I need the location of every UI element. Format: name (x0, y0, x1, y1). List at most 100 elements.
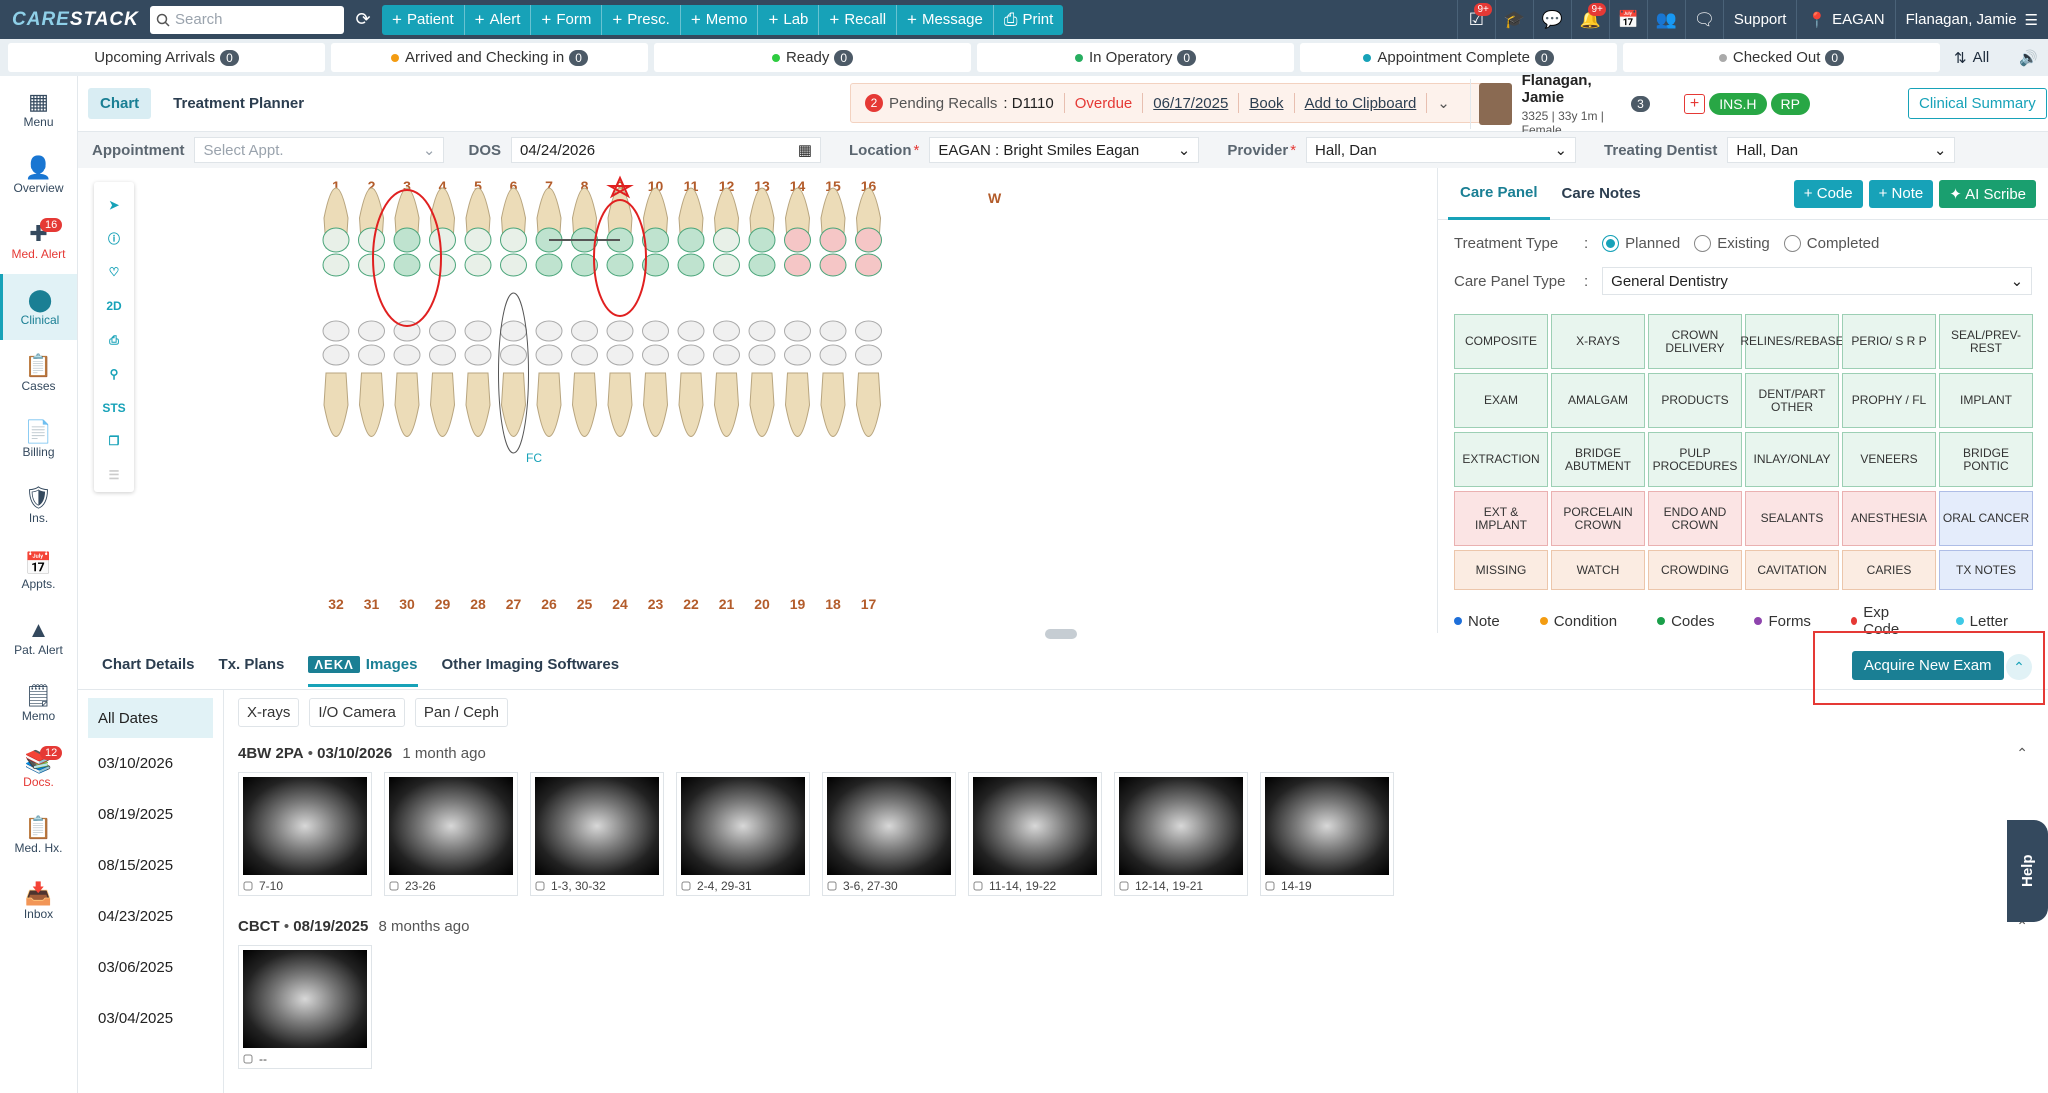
tab-other-imaging[interactable]: Other Imaging Softwares (442, 642, 620, 687)
status-in-operatory[interactable]: In Operatory 0 (977, 43, 1294, 72)
filter-io-camera[interactable]: I/O Camera (309, 698, 405, 727)
procedure-button[interactable]: ANESTHESIA (1842, 491, 1936, 546)
procedure-button[interactable]: PROPHY / FL (1842, 373, 1936, 428)
add-lab-button[interactable]: + Lab (758, 4, 820, 35)
date-item[interactable]: 08/19/2025 (78, 789, 223, 840)
procedure-button[interactable]: PORCELAIN CROWN (1551, 491, 1645, 546)
carestack-logo[interactable]: CARESTACK (0, 9, 150, 31)
add-patient-button[interactable]: + Patient (382, 4, 465, 35)
filter-xrays[interactable]: X-rays (238, 698, 300, 727)
completed-radio[interactable] (1783, 234, 1801, 252)
xray-thumbnail[interactable]: -- (238, 945, 372, 1069)
procedure-button[interactable]: TX NOTES (1939, 550, 2033, 590)
resize-handle[interactable] (1045, 629, 1077, 639)
xray-thumbnail[interactable]: 23-26 (384, 772, 518, 896)
panel-type-select[interactable]: General Dentistry ⌄ (1602, 267, 2033, 295)
acquire-new-exam-button[interactable]: Acquire New Exam (1852, 651, 2004, 680)
date-item[interactable]: 03/10/2026 (78, 738, 223, 789)
sidebar-item-overview[interactable]: 👤 Overview (0, 142, 77, 208)
chat-icon[interactable]: 💬 (1532, 0, 1571, 39)
date-item-all[interactable]: All Dates (88, 698, 213, 738)
procedure-button[interactable]: AMALGAM (1551, 373, 1645, 428)
add-note-button[interactable]: + Note (1868, 179, 1934, 208)
add-memo-button[interactable]: + Memo (681, 4, 759, 35)
sidebar-item-clinical[interactable]: ⬤ Clinical (0, 274, 77, 340)
sidebar-item-menu[interactable]: ▦ Menu (0, 76, 77, 142)
filter-pan-ceph[interactable]: Pan / Ceph (414, 698, 508, 727)
procedure-button[interactable]: DENT/PART OTHER (1745, 373, 1839, 428)
patient-card[interactable]: Flanagan, Jamie 3325 | 33y 1m | Female 3… (1470, 72, 1810, 137)
status-checked-out[interactable]: Checked Out 0 (1623, 43, 1940, 72)
xray-thumbnail[interactable]: 1-3, 30-32 (530, 772, 664, 896)
tab-images[interactable]: ΛEKΛ Images (308, 642, 418, 687)
sidebar-item-cases[interactable]: 📋 Cases (0, 340, 77, 406)
tab-treatment-planner[interactable]: Treatment Planner (161, 88, 316, 119)
procedure-button[interactable]: IMPLANT (1939, 373, 2033, 428)
sidebar-item-appointments[interactable]: 📅 Appts. (0, 538, 77, 604)
procedure-button[interactable]: SEALANTS (1745, 491, 1839, 546)
help-tab[interactable]: Help (2007, 820, 2048, 922)
add-prescription-button[interactable]: + Presc. (602, 4, 681, 35)
tab-chart[interactable]: Chart (88, 88, 152, 119)
print-button[interactable]: ⎙ Print (994, 5, 1063, 35)
tooth-diagram[interactable] (78, 168, 1438, 633)
location-selector[interactable]: 📍 EAGAN (1796, 0, 1894, 39)
chevron-up-icon[interactable]: ⌃ (2016, 745, 2028, 762)
planned-radio[interactable] (1602, 234, 1620, 252)
appointment-select[interactable]: Select Appt. ⌄ (194, 137, 445, 163)
tab-care-panel[interactable]: Care Panel (1448, 168, 1550, 220)
xray-thumbnail[interactable]: 11-14, 19-22 (968, 772, 1102, 896)
xray-thumbnail[interactable]: 2-4, 29-31 (676, 772, 810, 896)
xray-thumbnail[interactable]: 14-19 (1260, 772, 1394, 896)
procedure-button[interactable]: ENDO AND CROWN (1648, 491, 1742, 546)
tab-chart-details[interactable]: Chart Details (102, 642, 195, 687)
procedure-button[interactable]: CROWDING (1648, 550, 1742, 590)
speaker-icon[interactable]: 🔊 (2019, 49, 2038, 67)
date-item[interactable]: 08/15/2025 (78, 840, 223, 891)
add-form-button[interactable]: + Form (531, 4, 603, 35)
procedure-button[interactable]: BRIDGE PONTIC (1939, 432, 2033, 487)
procedure-button[interactable]: EXT & IMPLANT (1454, 491, 1548, 546)
add-message-button[interactable]: + Message (897, 4, 994, 35)
chevron-down-icon[interactable]: ⌄ (1437, 94, 1450, 112)
procedure-button[interactable]: INLAY/ONLAY (1745, 432, 1839, 487)
chevron-up-icon[interactable]: ⌃ (2006, 654, 2032, 680)
tab-tx-plans[interactable]: Tx. Plans (219, 642, 285, 687)
xray-thumbnail[interactable]: 3-6, 27-30 (822, 772, 956, 896)
provider-select[interactable]: Hall, Dan ⌄ (1306, 137, 1577, 163)
procedure-button[interactable]: CARIES (1842, 550, 1936, 590)
sidebar-item-pat-alert[interactable]: ▲ Pat. Alert (0, 604, 77, 670)
procedure-button[interactable]: COMPOSITE (1454, 314, 1548, 369)
procedure-button[interactable]: PERIO/ S R P (1842, 314, 1936, 369)
procedure-button[interactable]: X-RAYS (1551, 314, 1645, 369)
insurance-pill[interactable]: INS.H (1709, 93, 1767, 115)
family-count-badge[interactable]: 3 (1631, 96, 1650, 112)
status-ready[interactable]: Ready 0 (654, 43, 971, 72)
add-icon[interactable]: + (1683, 94, 1706, 114)
status-arrived[interactable]: Arrived and Checking in 0 (331, 43, 648, 72)
tab-care-notes[interactable]: Care Notes (1550, 168, 1653, 220)
status-upcoming[interactable]: Upcoming Arrivals 0 (8, 43, 325, 72)
recall-date-link[interactable]: 06/17/2025 (1153, 95, 1228, 112)
education-icon[interactable]: 🎓 (1494, 0, 1533, 39)
book-link[interactable]: Book (1249, 95, 1283, 112)
procedure-button[interactable]: CROWN DELIVERY (1648, 314, 1742, 369)
sidebar-item-memo[interactable]: 🗒 Memo (0, 670, 77, 736)
support-link[interactable]: Support (1722, 0, 1797, 39)
procedure-button[interactable]: SEAL/PREV-REST (1939, 314, 2033, 369)
add-to-clipboard-link[interactable]: Add to Clipboard (1305, 95, 1417, 112)
bell-icon[interactable]: 🔔 9+ (1570, 0, 1609, 39)
existing-radio[interactable] (1694, 234, 1712, 252)
date-item[interactable]: 04/23/2025 (78, 891, 223, 942)
clinical-summary-button[interactable]: Clinical Summary (1908, 88, 2047, 119)
messages-icon[interactable]: 🗨 (1684, 0, 1723, 39)
status-complete[interactable]: Appointment Complete 0 (1300, 43, 1617, 72)
sidebar-item-med-alert[interactable]: ✚ 16 Med. Alert (0, 208, 77, 274)
date-item[interactable]: 03/04/2025 (78, 993, 223, 1044)
procedure-button[interactable]: BRIDGE ABUTMENT (1551, 432, 1645, 487)
xray-thumbnail[interactable]: 12-14, 19-21 (1114, 772, 1248, 896)
sidebar-item-billing[interactable]: 📄 Billing (0, 406, 77, 472)
calendar-icon[interactable]: 📅 (1608, 0, 1647, 39)
users-icon[interactable]: 👥 (1646, 0, 1685, 39)
procedure-button[interactable]: CAVITATION (1745, 550, 1839, 590)
